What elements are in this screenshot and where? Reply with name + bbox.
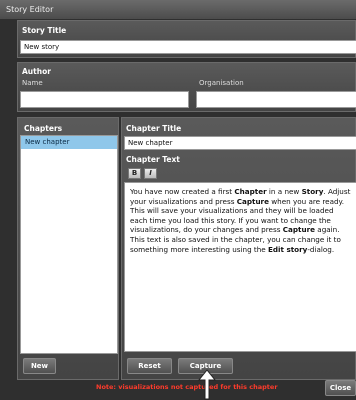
story-title-input[interactable]: New story [20,40,356,54]
author-panel: Author Name Organisation [17,62,356,112]
window-title: Story Editor [6,5,54,14]
author-name-label: Name [22,79,43,87]
chapters-panel: Chapters New chapter New [17,117,119,380]
chapter-text-label: Chapter Text [126,155,180,164]
arrow-pointer-icon [197,369,217,400]
chapter-text-paragraph-2: This text is also saved in the chapter, … [130,234,341,254]
author-organisation-input[interactable] [196,91,356,108]
chapter-title-label: Chapter Title [126,124,182,133]
capture-status-note: Note: visualizations not captured for th… [96,383,278,391]
story-title-panel: Story Title New story [17,20,356,58]
story-title-label: Story Title [22,26,67,35]
new-chapter-button[interactable]: New [23,358,56,374]
chapter-text-paragraph-1: You have now created a first Chapter in … [130,187,351,235]
author-section-label: Author [22,67,51,76]
reset-button[interactable]: Reset [127,358,172,374]
chapter-title-input[interactable]: New chapter [124,136,356,150]
close-button[interactable]: Close [325,380,356,396]
window-title-bar: Story Editor [0,0,356,19]
chapters-list: New chapter [20,135,118,354]
italic-button[interactable]: I [144,168,157,179]
bold-button[interactable]: B [128,168,141,179]
author-name-input[interactable] [20,91,189,108]
chapter-detail-panel: Chapter Title New chapter Chapter Text B… [121,117,356,380]
chapter-text-editor[interactable]: You have now created a first Chapter in … [124,182,356,352]
author-organisation-label: Organisation [199,79,244,87]
chapters-label: Chapters [24,124,63,133]
chapter-list-item[interactable]: New chapter [21,136,117,149]
